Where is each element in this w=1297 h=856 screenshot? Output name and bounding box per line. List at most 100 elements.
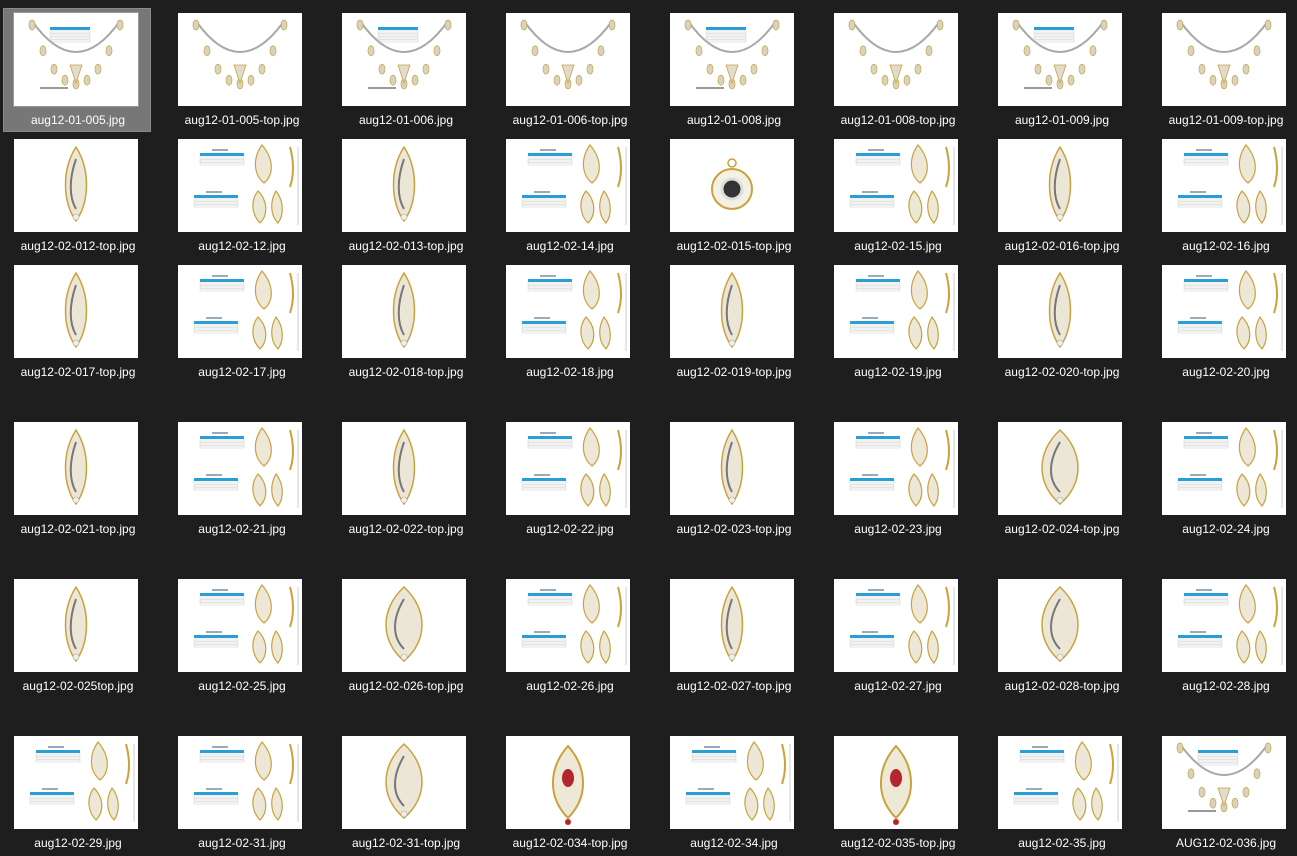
file-item[interactable]: aug12-02-035-top.jpg (823, 731, 971, 855)
file-item[interactable]: aug12-01-006-top.jpg (495, 8, 643, 132)
image-thumbnail[interactable] (506, 139, 630, 232)
image-thumbnail[interactable] (14, 579, 138, 672)
file-item[interactable]: aug12-02-027-top.jpg (659, 574, 807, 698)
image-thumbnail[interactable] (14, 265, 138, 358)
image-thumbnail[interactable] (834, 265, 958, 358)
image-thumbnail[interactable] (506, 13, 630, 106)
file-item[interactable]: aug12-01-008-top.jpg (823, 8, 971, 132)
file-item[interactable]: aug12-02-028-top.jpg (987, 574, 1135, 698)
file-item[interactable]: aug12-02-23.jpg (823, 417, 971, 541)
file-item[interactable]: aug12-02-15.jpg (823, 134, 971, 258)
image-thumbnail[interactable] (14, 422, 138, 515)
file-item[interactable]: aug12-02-017-top.jpg (3, 260, 151, 384)
image-thumbnail[interactable] (178, 265, 302, 358)
image-thumbnail[interactable] (506, 422, 630, 515)
file-item[interactable]: aug12-01-006.jpg (331, 8, 479, 132)
image-thumbnail[interactable] (670, 736, 794, 829)
file-item[interactable]: aug12-02-27.jpg (823, 574, 971, 698)
file-item[interactable]: aug12-02-22.jpg (495, 417, 643, 541)
image-thumbnail[interactable] (178, 13, 302, 106)
file-item[interactable]: aug12-02-021-top.jpg (3, 417, 151, 541)
file-name-label: aug12-01-005-top.jpg (184, 113, 300, 127)
file-item[interactable]: aug12-02-26.jpg (495, 574, 643, 698)
file-item[interactable]: aug12-02-14.jpg (495, 134, 643, 258)
file-item[interactable]: aug12-02-022-top.jpg (331, 417, 479, 541)
file-name-label: aug12-01-008-top.jpg (840, 113, 956, 127)
file-item[interactable]: aug12-02-24.jpg (1151, 417, 1297, 541)
image-thumbnail[interactable] (670, 422, 794, 515)
file-item[interactable]: aug12-02-018-top.jpg (331, 260, 479, 384)
image-thumbnail[interactable] (998, 139, 1122, 232)
file-item[interactable]: aug12-02-21.jpg (167, 417, 315, 541)
image-thumbnail[interactable] (506, 736, 630, 829)
file-item[interactable]: aug12-02-29.jpg (3, 731, 151, 855)
image-thumbnail[interactable] (342, 579, 466, 672)
image-thumbnail[interactable] (1162, 139, 1286, 232)
file-item[interactable]: aug12-02-023-top.jpg (659, 417, 807, 541)
file-name-label: aug12-02-012-top.jpg (20, 239, 136, 253)
file-item[interactable]: aug12-02-25.jpg (167, 574, 315, 698)
file-item[interactable]: aug12-02-026-top.jpg (331, 574, 479, 698)
image-thumbnail[interactable] (342, 265, 466, 358)
image-thumbnail[interactable] (342, 736, 466, 829)
image-thumbnail[interactable] (14, 736, 138, 829)
image-thumbnail[interactable] (998, 13, 1122, 106)
image-thumbnail[interactable] (998, 265, 1122, 358)
image-thumbnail[interactable] (670, 139, 794, 232)
image-thumbnail[interactable] (834, 579, 958, 672)
file-item[interactable]: aug12-01-005-top.jpg (167, 8, 315, 132)
image-thumbnail[interactable] (998, 422, 1122, 515)
image-thumbnail[interactable] (1162, 13, 1286, 106)
image-thumbnail[interactable] (834, 736, 958, 829)
file-item[interactable]: aug12-02-012-top.jpg (3, 134, 151, 258)
file-item[interactable]: aug12-02-20.jpg (1151, 260, 1297, 384)
file-item[interactable]: aug12-02-16.jpg (1151, 134, 1297, 258)
image-thumbnail[interactable] (998, 579, 1122, 672)
image-thumbnail[interactable] (834, 422, 958, 515)
file-item[interactable]: aug12-02-19.jpg (823, 260, 971, 384)
file-item[interactable]: aug12-02-18.jpg (495, 260, 643, 384)
file-item[interactable]: aug12-02-12.jpg (167, 134, 315, 258)
image-thumbnail[interactable] (14, 139, 138, 232)
image-thumbnail[interactable] (670, 265, 794, 358)
image-thumbnail[interactable] (1162, 422, 1286, 515)
file-item[interactable]: aug12-02-024-top.jpg (987, 417, 1135, 541)
file-item[interactable]: aug12-02-31.jpg (167, 731, 315, 855)
image-thumbnail[interactable] (670, 13, 794, 106)
file-item[interactable]: aug12-02-17.jpg (167, 260, 315, 384)
image-thumbnail[interactable] (1162, 736, 1286, 829)
image-thumbnail[interactable] (834, 139, 958, 232)
file-item[interactable]: aug12-01-008.jpg (659, 8, 807, 132)
image-thumbnail[interactable] (506, 579, 630, 672)
image-thumbnail[interactable] (834, 13, 958, 106)
file-item[interactable]: aug12-02-015-top.jpg (659, 134, 807, 258)
file-name-label: aug12-02-22.jpg (526, 522, 614, 536)
file-item[interactable]: aug12-02-025top.jpg (3, 574, 151, 698)
file-item[interactable]: aug12-02-34.jpg (659, 731, 807, 855)
image-thumbnail[interactable] (1162, 579, 1286, 672)
image-thumbnail[interactable] (670, 579, 794, 672)
image-thumbnail[interactable] (342, 422, 466, 515)
file-item[interactable]: aug12-01-009-top.jpg (1151, 8, 1297, 132)
file-item[interactable]: aug12-02-013-top.jpg (331, 134, 479, 258)
file-item[interactable]: aug12-02-034-top.jpg (495, 731, 643, 855)
file-item[interactable]: aug12-02-28.jpg (1151, 574, 1297, 698)
image-thumbnail[interactable] (178, 422, 302, 515)
file-item[interactable]: aug12-01-009.jpg (987, 8, 1135, 132)
file-item[interactable]: aug12-02-35.jpg (987, 731, 1135, 855)
image-thumbnail[interactable] (14, 13, 138, 106)
file-item[interactable]: aug12-02-31-top.jpg (331, 731, 479, 855)
image-thumbnail[interactable] (342, 139, 466, 232)
image-thumbnail[interactable] (342, 13, 466, 106)
file-item[interactable]: aug12-02-019-top.jpg (659, 260, 807, 384)
image-thumbnail[interactable] (998, 736, 1122, 829)
image-thumbnail[interactable] (1162, 265, 1286, 358)
image-thumbnail[interactable] (506, 265, 630, 358)
file-item[interactable]: aug12-01-005.jpg (3, 8, 151, 132)
image-thumbnail[interactable] (178, 736, 302, 829)
image-thumbnail[interactable] (178, 579, 302, 672)
image-thumbnail[interactable] (178, 139, 302, 232)
file-item[interactable]: aug12-02-016-top.jpg (987, 134, 1135, 258)
file-item[interactable]: AUG12-02-036.jpg (1151, 731, 1297, 855)
file-item[interactable]: aug12-02-020-top.jpg (987, 260, 1135, 384)
